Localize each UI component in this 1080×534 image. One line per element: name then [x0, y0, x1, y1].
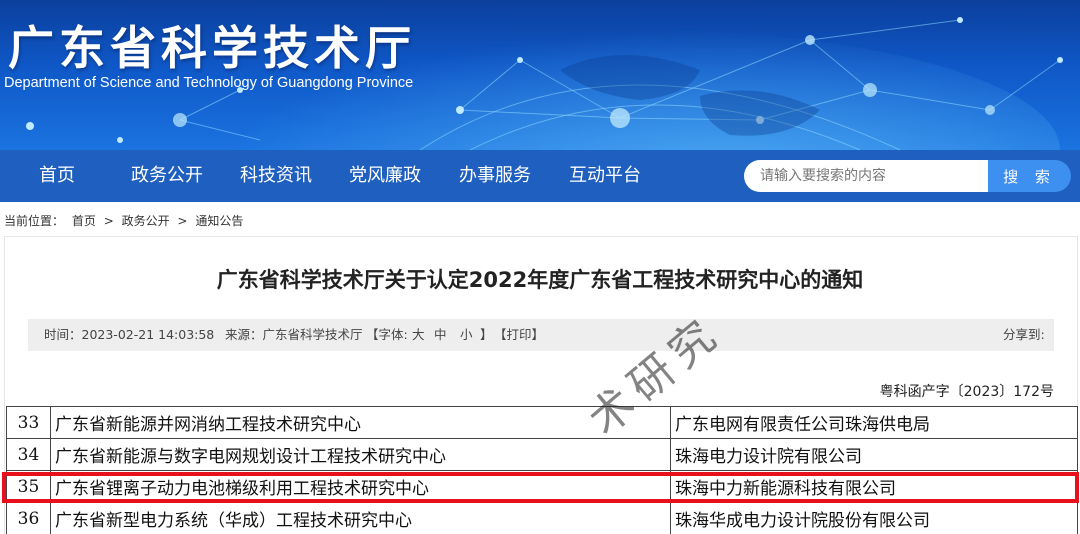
site-banner: 广东省科学技术厅 Department of Science and Techn… — [0, 0, 1080, 150]
organization-name: 珠海电力设计院有限公司 — [670, 438, 1078, 471]
organization-name: 广东电网有限责任公司珠海供电局 — [670, 406, 1078, 439]
breadcrumb-prefix: 当前位置： — [4, 214, 65, 228]
nav-services[interactable]: 办事服务 — [459, 150, 531, 202]
center-name: 广东省新能源与数字电网规划设计工程技术研究中心 — [50, 438, 671, 471]
table-row: 34 广东省新能源与数字电网规划设计工程技术研究中心 珠海电力设计院有限公司 — [6, 438, 1078, 471]
table-row-highlighted: 35 广东省锂离子动力电池梯级利用工程技术研究中心 珠海中力新能源科技有限公司 — [6, 470, 1078, 503]
row-number: 35 — [6, 470, 51, 503]
organization-name: 珠海中力新能源科技有限公司 — [670, 470, 1078, 503]
font-size-label: 【字体: — [366, 327, 408, 342]
font-medium-button[interactable]: 中 — [434, 319, 447, 351]
site-title: 广东省科学技术厅 — [8, 21, 416, 75]
breadcrumb-separator: > — [103, 214, 114, 228]
article-meta-bar: 时间：2023-02-21 14:03:58 来源：广东省科学技术厅 【字体: … — [28, 319, 1054, 351]
breadcrumb-home[interactable]: 首页 — [72, 214, 96, 228]
row-number: 34 — [6, 438, 51, 471]
nav-home[interactable]: 首页 — [39, 150, 75, 202]
breadcrumb-government-affairs[interactable]: 政务公开 — [122, 214, 170, 228]
publish-time: 时间：2023-02-21 14:03:58 — [44, 327, 215, 342]
breadcrumb: 当前位置： 首页 > 政务公开 > 通知公告 — [4, 212, 247, 229]
table-row: 33 广东省新能源并网消纳工程技术研究中心 广东电网有限责任公司珠海供电局 — [6, 406, 1078, 439]
center-name: 广东省新能源并网消纳工程技术研究中心 — [50, 406, 671, 439]
organization-name: 珠海华成电力设计院股份有限公司 — [670, 502, 1078, 534]
search-button[interactable]: 搜 索 — [988, 160, 1071, 192]
breadcrumb-notices[interactable]: 通知公告 — [195, 214, 243, 228]
font-large-button[interactable]: 大 — [412, 319, 425, 351]
row-number: 36 — [6, 502, 51, 534]
site-subtitle: Department of Science and Technology of … — [4, 75, 414, 91]
nav-party-integrity[interactable]: 党风廉政 — [349, 150, 421, 202]
center-name: 广东省锂离子动力电池梯级利用工程技术研究中心 — [50, 470, 671, 503]
research-center-table: 33 广东省新能源并网消纳工程技术研究中心 广东电网有限责任公司珠海供电局 34… — [6, 406, 1078, 534]
nav-interactive[interactable]: 互动平台 — [569, 150, 641, 202]
article-title: 广东省科学技术厅关于认定2022年度广东省工程技术研究中心的通知 — [216, 268, 864, 292]
share-label[interactable]: 分享到: — [1003, 319, 1045, 351]
table-row: 36 广东省新型电力系统（华成）工程技术研究中心 珠海华成电力设计院股份有限公司 — [6, 502, 1078, 534]
row-number: 33 — [6, 406, 51, 439]
font-size-close: 】 — [480, 327, 493, 342]
search-input[interactable] — [744, 160, 988, 192]
nav-government-affairs[interactable]: 政务公开 — [131, 150, 203, 202]
print-button[interactable]: 【打印】 — [494, 319, 544, 351]
breadcrumb-separator: > — [177, 214, 188, 228]
nav-tech-news[interactable]: 科技资讯 — [240, 150, 312, 202]
center-name: 广东省新型电力系统（华成）工程技术研究中心 — [50, 502, 671, 534]
font-small-button[interactable]: 小 — [460, 319, 473, 351]
article-source: 来源：广东省科学技术厅 — [225, 327, 363, 342]
document-number: 粤科函产字〔2023〕172号 — [879, 384, 1054, 400]
